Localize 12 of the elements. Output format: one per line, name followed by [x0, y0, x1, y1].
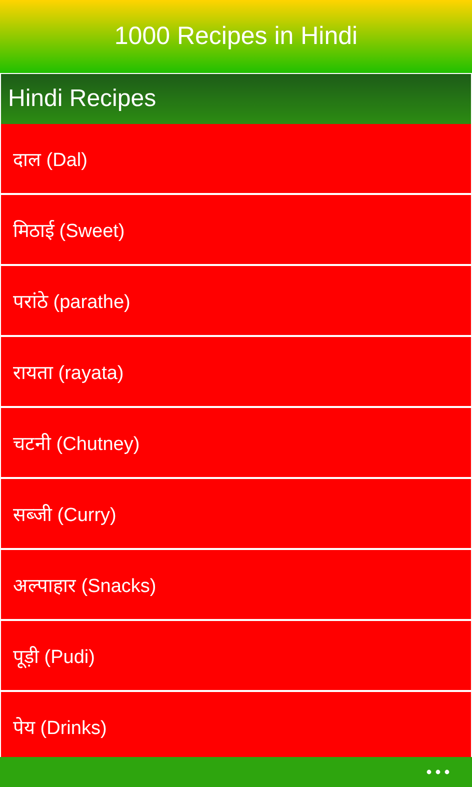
recipe-category-item[interactable]: अल्पाहार (Snacks)	[1, 550, 471, 619]
section-title: Hindi Recipes	[8, 85, 156, 113]
recipe-category-item[interactable]: पूड़ी (Pudi)	[1, 621, 471, 690]
recipe-category-item[interactable]: मिठाई (Sweet)	[1, 195, 471, 264]
recipe-category-item[interactable]: रायता (rayata)	[1, 337, 471, 406]
recipe-category-item[interactable]: सब्जी (Curry)	[1, 479, 471, 548]
recipe-category-item[interactable]: परांठे (parathe)	[1, 266, 471, 335]
recipe-category-item[interactable]: पेय (Drinks)	[1, 692, 471, 757]
recipe-category-item[interactable]: दाल (Dal)	[1, 124, 471, 193]
more-icon[interactable]	[426, 769, 450, 775]
app-title: 1000 Recipes in Hindi	[114, 22, 358, 51]
recipe-category-item[interactable]: चटनी (Chutney)	[1, 408, 471, 477]
